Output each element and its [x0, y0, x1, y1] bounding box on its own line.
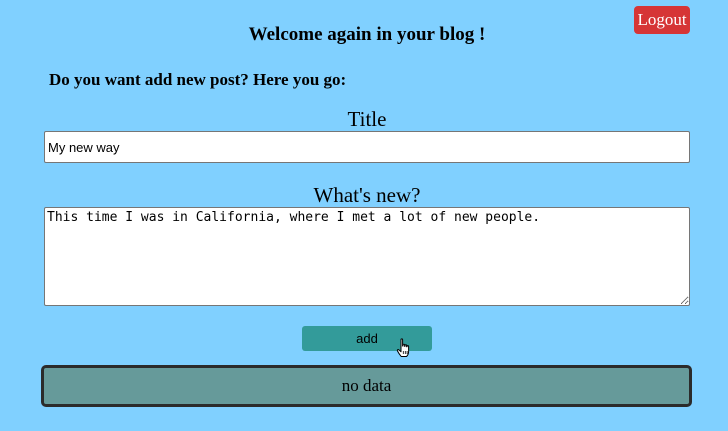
title-label: Title — [347, 107, 387, 131]
new-post-prompt: Do you want add new post? Here you go: — [49, 70, 347, 89]
posts-empty-state: no data — [41, 365, 692, 407]
title-input[interactable] — [44, 131, 690, 163]
body-label: What's new? — [313, 183, 421, 207]
body-textarea[interactable]: This time I was in California, where I m… — [44, 207, 690, 306]
welcome-heading: Welcome again in your blog ! — [248, 24, 486, 45]
hand-pointer-icon — [396, 338, 410, 357]
